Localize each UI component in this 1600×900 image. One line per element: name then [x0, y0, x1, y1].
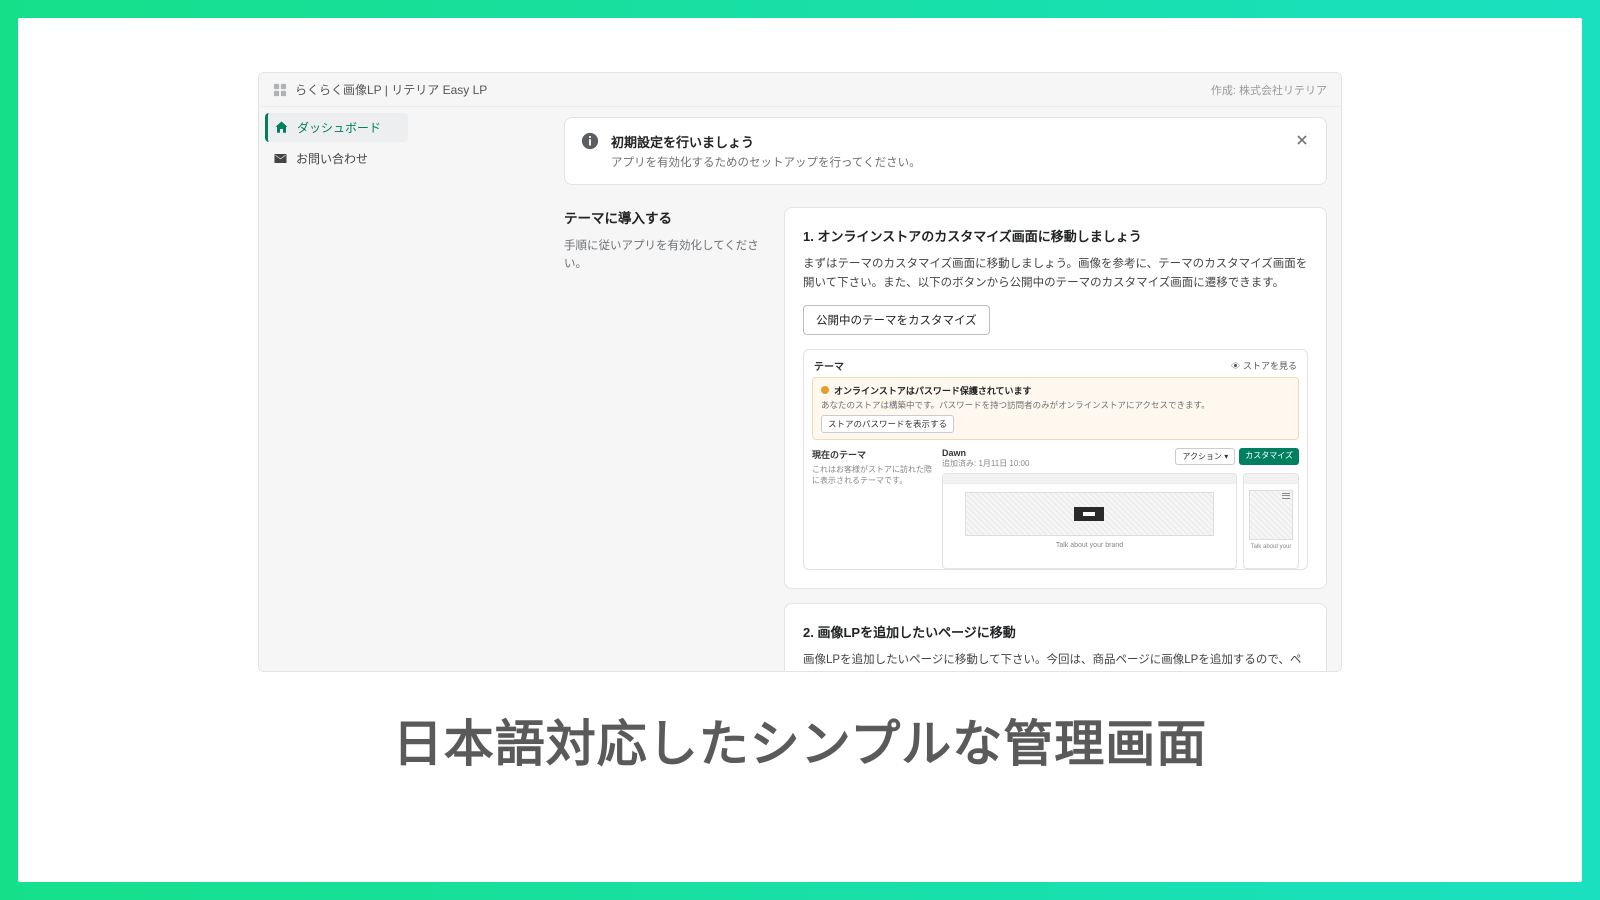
section-intro: テーマに導入する 手順に従いアプリを有効化してください。 — [564, 207, 764, 274]
customize-theme-button[interactable]: 公開中のテーマをカスタマイズ — [803, 305, 990, 335]
show-password-button: ストアのパスワードを表示する — [821, 415, 954, 433]
app-icon — [273, 83, 287, 97]
app-title: らくらく画像LP | リテリア Easy LP — [295, 81, 487, 98]
intro-title: テーマに導入する — [564, 207, 764, 227]
step2-card: 2. 画像LPを追加したいページに移動 画像LPを追加したいページに移動して下さ… — [784, 603, 1327, 671]
step1-desc: まずはテーマのカスタマイズ画面に移動しましょう。画像を参考に、テーマのカスタマイ… — [803, 255, 1308, 293]
app-window: らくらく画像LP | リテリア Easy LP 作成: 株式会社リテリア ダッシ… — [258, 72, 1342, 672]
hero-caption: Talk about your brand — [1056, 542, 1123, 549]
step2-desc: 画像LPを追加したいページに移動して下さい。今回は、商品ページに画像LPを追加す… — [803, 651, 1308, 671]
warning-desc: あなたのストアは構築中です。パスワードを持つ訪問者のみがオンラインストアにアクセ… — [821, 399, 1290, 411]
warning-dot-icon — [821, 386, 829, 394]
alert-desc: アプリを有効化するためのセットアップを行ってください。 — [611, 154, 1282, 170]
mock-theme-label: テーマ — [814, 358, 844, 373]
theme-action-button: アクション ▾ — [1175, 448, 1235, 465]
home-icon — [274, 120, 289, 135]
mail-icon — [273, 151, 288, 166]
sidebar-item-label: ダッシュボード — [297, 119, 381, 136]
step1-title: 1. オンラインストアのカスタマイズ画面に移動しましょう — [803, 226, 1308, 245]
view-store-link: ストアを見る — [1231, 359, 1297, 372]
sidebar-item-dashboard[interactable]: ダッシュボード — [265, 113, 408, 142]
creator-label: 作成: 株式会社リテリア — [1211, 82, 1327, 98]
info-icon — [581, 132, 599, 150]
hero-caption-mobile: Talk about your — [1251, 544, 1292, 550]
warning-title: オンラインストアはパスワード保護されています — [834, 384, 1032, 397]
main-content: 初期設定を行いましょう アプリを有効化するためのセットアップを行ってください。 … — [414, 107, 1341, 671]
tagline: 日本語対応したシンプルな管理画面 — [393, 704, 1208, 776]
step2-title: 2. 画像LPを追加したいページに移動 — [803, 622, 1308, 641]
step1-card: 1. オンラインストアのカスタマイズ画面に移動しましょう まずはテーマのカスタマ… — [784, 207, 1327, 589]
sidebar: ダッシュボード お問い合わせ — [259, 107, 414, 671]
menu-icon — [1282, 493, 1290, 499]
sidebar-item-label: お問い合わせ — [296, 150, 368, 167]
theme-meta: 追加済み: 1月11日 10:00 — [942, 458, 1029, 469]
password-warning: オンラインストアはパスワード保護されています あなたのストアは構築中です。パスワ… — [812, 377, 1299, 440]
eye-icon — [1231, 361, 1240, 370]
current-theme-label: 現在のテーマ — [812, 448, 932, 461]
desktop-preview: Talk about your brand — [942, 473, 1237, 569]
theme-mock: テーマ ストアを見る オンラインストアはパスワード保護 — [803, 349, 1308, 570]
mobile-preview: Talk about your — [1243, 473, 1299, 569]
sidebar-item-contact[interactable]: お問い合わせ — [265, 144, 408, 173]
intro-desc: 手順に従いアプリを有効化してください。 — [564, 237, 764, 274]
alert-title: 初期設定を行いましょう — [611, 132, 1282, 151]
current-theme-desc: これはお客様がストアに訪れた際に表示されるテーマです。 — [812, 464, 932, 486]
close-icon[interactable] — [1294, 132, 1310, 148]
theme-name: Dawn — [942, 448, 1029, 458]
setup-alert: 初期設定を行いましょう アプリを有効化するためのセットアップを行ってください。 — [564, 117, 1327, 185]
theme-customize-button: カスタマイズ — [1239, 448, 1299, 465]
app-header: らくらく画像LP | リテリア Easy LP 作成: 株式会社リテリア — [259, 73, 1341, 107]
